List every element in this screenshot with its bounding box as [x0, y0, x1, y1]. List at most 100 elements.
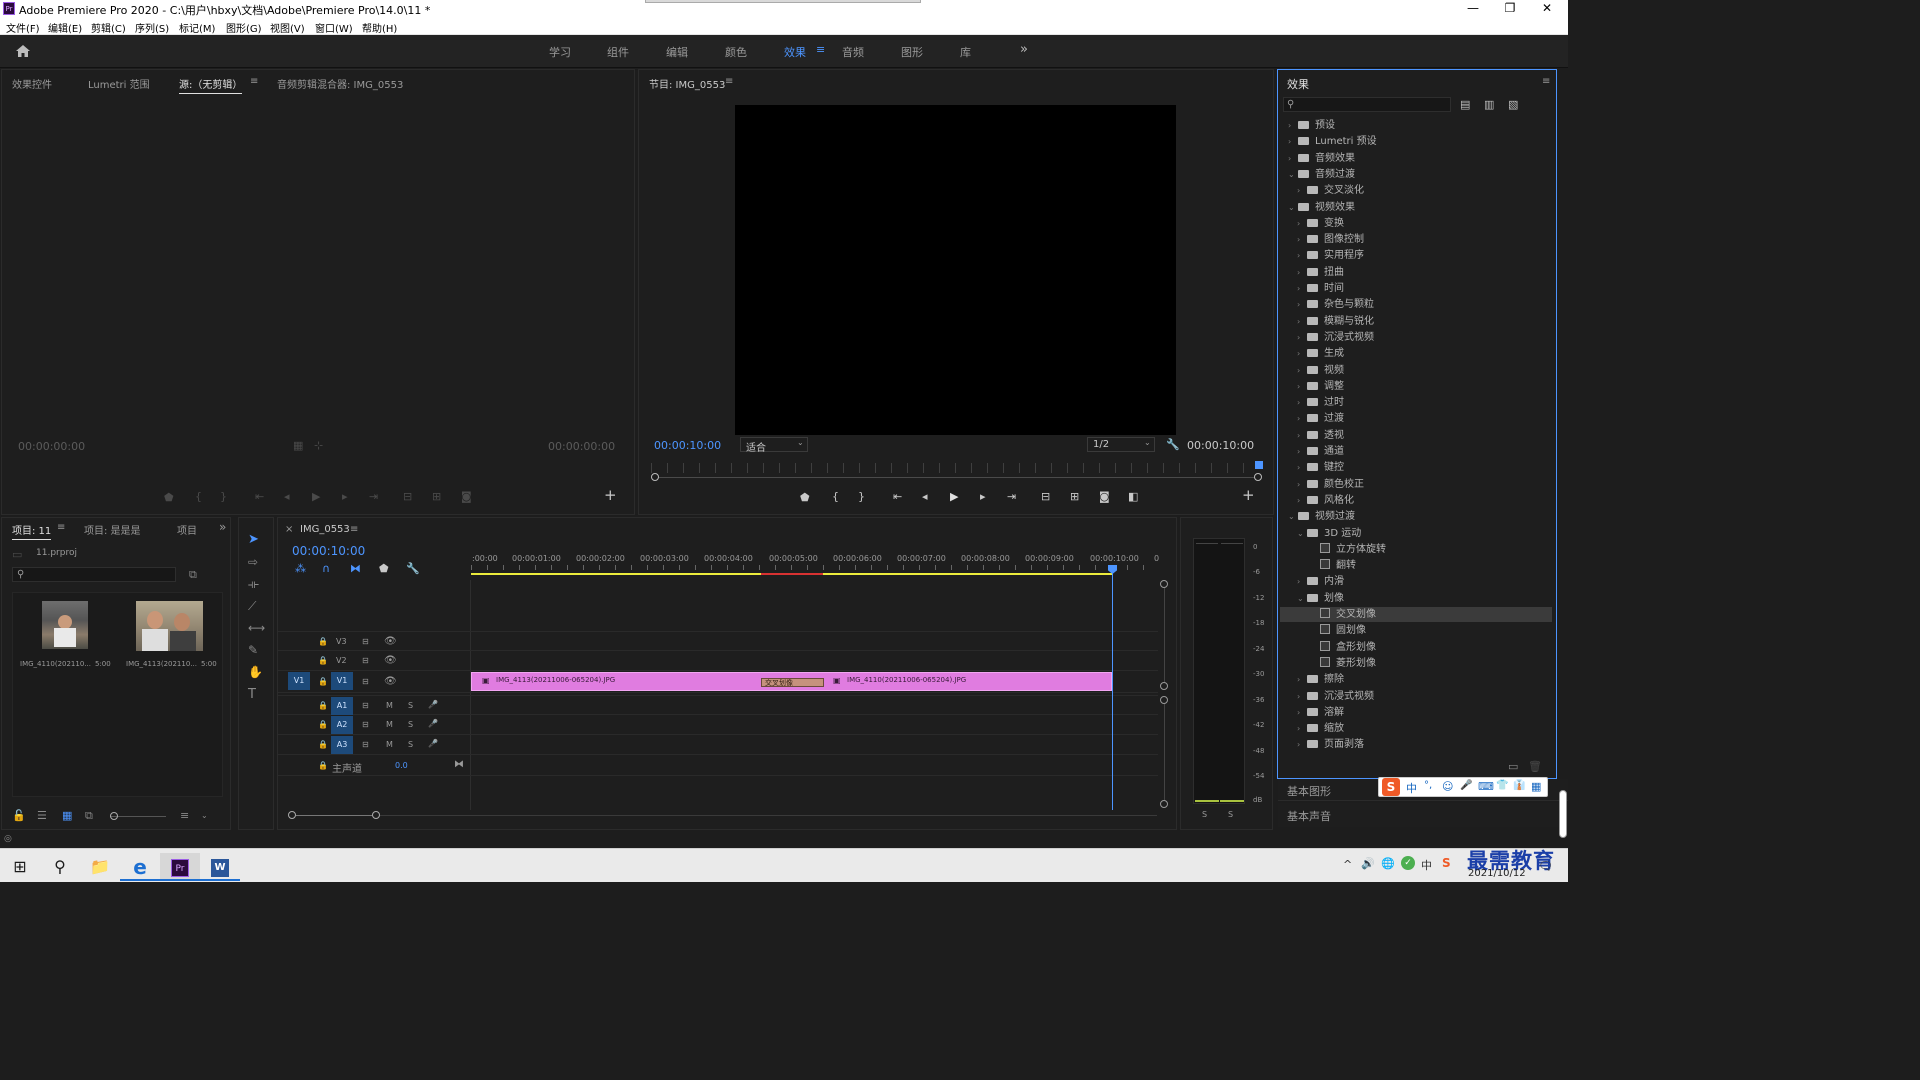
eye-icon[interactable]: 👁 [384, 676, 397, 687]
chevron-right-icon[interactable]: › [1297, 411, 1307, 426]
eye-icon[interactable]: 👁 [384, 655, 397, 666]
track-a1[interactable]: 🔒 A1 ⊟ M S 🎤 [278, 695, 1158, 715]
effects-tree-item[interactable]: 交叉划像 [1280, 607, 1552, 622]
program-add-button-icon[interactable]: + [1242, 488, 1255, 503]
linked-selection-icon[interactable]: ⧓ [350, 563, 361, 574]
go-to-in-icon[interactable]: ⇤ [255, 491, 264, 502]
track-v2[interactable]: 🔒 V2 ⊟ 👁 [278, 651, 1158, 671]
program-add-marker-icon[interactable]: ⬟ [800, 492, 810, 503]
tab-sequence[interactable]: IMG_0553 [300, 524, 350, 535]
timeline-settings-icon[interactable]: 🔧 [406, 563, 420, 574]
effects-tree-item[interactable]: › 音频效果 [1280, 151, 1552, 166]
program-play-icon[interactable]: ▶ [950, 491, 958, 502]
fit-dropdown[interactable]: 适合 ⌄ [740, 437, 808, 454]
lock-icon[interactable]: 🔒 [318, 656, 328, 665]
chevron-right-icon[interactable]: › [1297, 216, 1307, 231]
program-video-frame[interactable] [735, 105, 1176, 435]
menu-file[interactable]: 文件(F) [6, 20, 40, 35]
home-icon[interactable] [15, 44, 31, 58]
workspace-learn[interactable]: 学习 [549, 44, 571, 60]
sync-lock-icon[interactable]: ⊟ [362, 677, 369, 686]
mute-button[interactable]: M [386, 720, 393, 729]
chevron-right-icon[interactable]: › [1297, 281, 1307, 296]
clip-img-4110[interactable]: ▣ IMG_4110(20211006-065204).JPG [827, 673, 1111, 690]
effects-tree-item[interactable]: › 图像控制 [1280, 232, 1552, 247]
delete-icon[interactable]: 🗑 [1528, 761, 1542, 772]
maximize-button[interactable]: ❐ [1495, 1, 1525, 15]
effects-tree-item[interactable]: 菱形划像 [1280, 656, 1552, 671]
mute-button[interactable]: M [386, 740, 393, 749]
chevron-down-icon[interactable]: ⌄ [1288, 200, 1298, 215]
go-to-out-icon[interactable]: ⇥ [369, 491, 378, 502]
export-frame-icon[interactable]: ◙ [461, 491, 472, 502]
ime-menu-icon[interactable]: ▦ [1531, 780, 1541, 793]
chevron-down-icon[interactable]: ⌄ [1288, 509, 1298, 524]
chevron-right-icon[interactable]: › [1297, 183, 1307, 198]
tab-audio-clip-mixer[interactable]: 音频剪辑混合器: IMG_0553 [277, 76, 403, 91]
solo-button[interactable]: S [408, 740, 413, 749]
microphone-icon[interactable]: 🎤 [428, 739, 438, 748]
start-button-icon[interactable]: ⊞ [0, 853, 40, 881]
notification-icon[interactable]: 🗨 [1538, 859, 1553, 873]
chevron-right-icon[interactable]: › [1288, 134, 1298, 149]
ime-chinese-mode[interactable]: 中 [1406, 780, 1417, 796]
playhead-line[interactable] [1112, 572, 1113, 810]
tab-source[interactable]: 源:（无剪辑） [179, 76, 243, 94]
master-volume-value[interactable]: 0.0 [395, 761, 408, 770]
program-panel-menu-icon[interactable]: ≡ [725, 76, 733, 87]
ime-punctuation-icon[interactable]: °, [1424, 780, 1432, 791]
track-master[interactable]: 🔒 主声道 0.0 ⧓ [278, 756, 1158, 776]
sync-lock-icon[interactable]: ⊟ [362, 701, 369, 710]
close-button[interactable]: ✕ [1532, 1, 1562, 15]
ripple-edit-tool-icon[interactable]: ⟛ [248, 578, 259, 590]
accelerated-effects-icon[interactable]: ▤ [1460, 99, 1470, 110]
effects-tree-item[interactable]: › 透视 [1280, 428, 1552, 443]
microphone-icon[interactable]: 🎤 [428, 719, 438, 728]
chevron-right-icon[interactable]: › [1297, 379, 1307, 394]
effects-tree-item[interactable]: › 沉浸式视频 [1280, 689, 1552, 704]
comparison-view-icon[interactable]: ◧ [1128, 491, 1138, 502]
drag-video-icon[interactable]: ▦ [293, 440, 303, 451]
chevron-down-icon[interactable]: ⌄ [1288, 167, 1298, 182]
sync-lock-icon[interactable]: ⊟ [362, 740, 369, 749]
effects-tree-item[interactable]: › 视频 [1280, 363, 1552, 378]
yuv-effects-icon[interactable]: ▧ [1508, 99, 1518, 110]
effects-tree-item[interactable]: › 时间 [1280, 281, 1552, 296]
effects-tree-item[interactable]: ⌄ 3D 运动 [1280, 526, 1552, 541]
effects-tree-item[interactable]: › 风格化 [1280, 493, 1552, 508]
basic-sound-title[interactable]: 基本声音 [1287, 808, 1331, 824]
effects-tree-item[interactable]: › 生成 [1280, 346, 1552, 361]
solo-button[interactable]: S [408, 701, 413, 710]
program-go-to-out-icon[interactable]: ⇥ [1007, 491, 1016, 502]
side-scroll-widget[interactable] [1559, 790, 1567, 838]
effects-tree-item[interactable]: › 实用程序 [1280, 248, 1552, 263]
show-hidden-icons[interactable]: ^ [1343, 858, 1352, 871]
workspace-graphics[interactable]: 图形 [901, 44, 923, 60]
chevron-right-icon[interactable]: › [1297, 428, 1307, 443]
panel-menu-icon[interactable]: ≡ [250, 76, 258, 87]
scroll-handle-audio-top[interactable] [1160, 696, 1168, 704]
program-ruler[interactable] [651, 463, 1259, 473]
timeline-add-marker-icon[interactable]: ⬟ [379, 563, 389, 574]
meter-solo-left[interactable]: S [1202, 810, 1207, 819]
basic-sound-panel[interactable]: 基本声音 [1278, 803, 1568, 827]
chevron-right-icon[interactable]: › [1297, 460, 1307, 475]
program-step-forward-icon[interactable]: ▸ [980, 491, 986, 502]
mute-button[interactable]: M [386, 701, 393, 710]
chevron-right-icon[interactable]: › [1297, 574, 1307, 589]
menu-clip[interactable]: 剪辑(C) [91, 20, 126, 35]
drag-audio-icon[interactable]: ⊹ [314, 440, 323, 451]
track-target-v1[interactable]: V1 [331, 672, 353, 690]
effects-tree-item[interactable]: 圆划像 [1280, 623, 1552, 638]
effects-tree-item[interactable]: › 擦除 [1280, 672, 1552, 687]
track-a3[interactable]: 🔒 A3 ⊟ M S 🎤 [278, 735, 1158, 755]
chevron-right-icon[interactable]: › [1297, 395, 1307, 410]
chevron-right-icon[interactable]: › [1297, 672, 1307, 687]
tab-program[interactable]: 节目: IMG_0553 [649, 76, 725, 91]
timeline-timecode[interactable]: 00:00:10:00 [292, 544, 365, 558]
insert-icon[interactable]: ⊟ [403, 491, 412, 502]
effects-tree-item[interactable]: › 键控 [1280, 460, 1552, 475]
zoom-slider-handle[interactable] [110, 812, 118, 820]
lock-icon[interactable]: 🔒 [318, 720, 328, 729]
hand-tool-icon[interactable]: ✋ [248, 666, 263, 678]
